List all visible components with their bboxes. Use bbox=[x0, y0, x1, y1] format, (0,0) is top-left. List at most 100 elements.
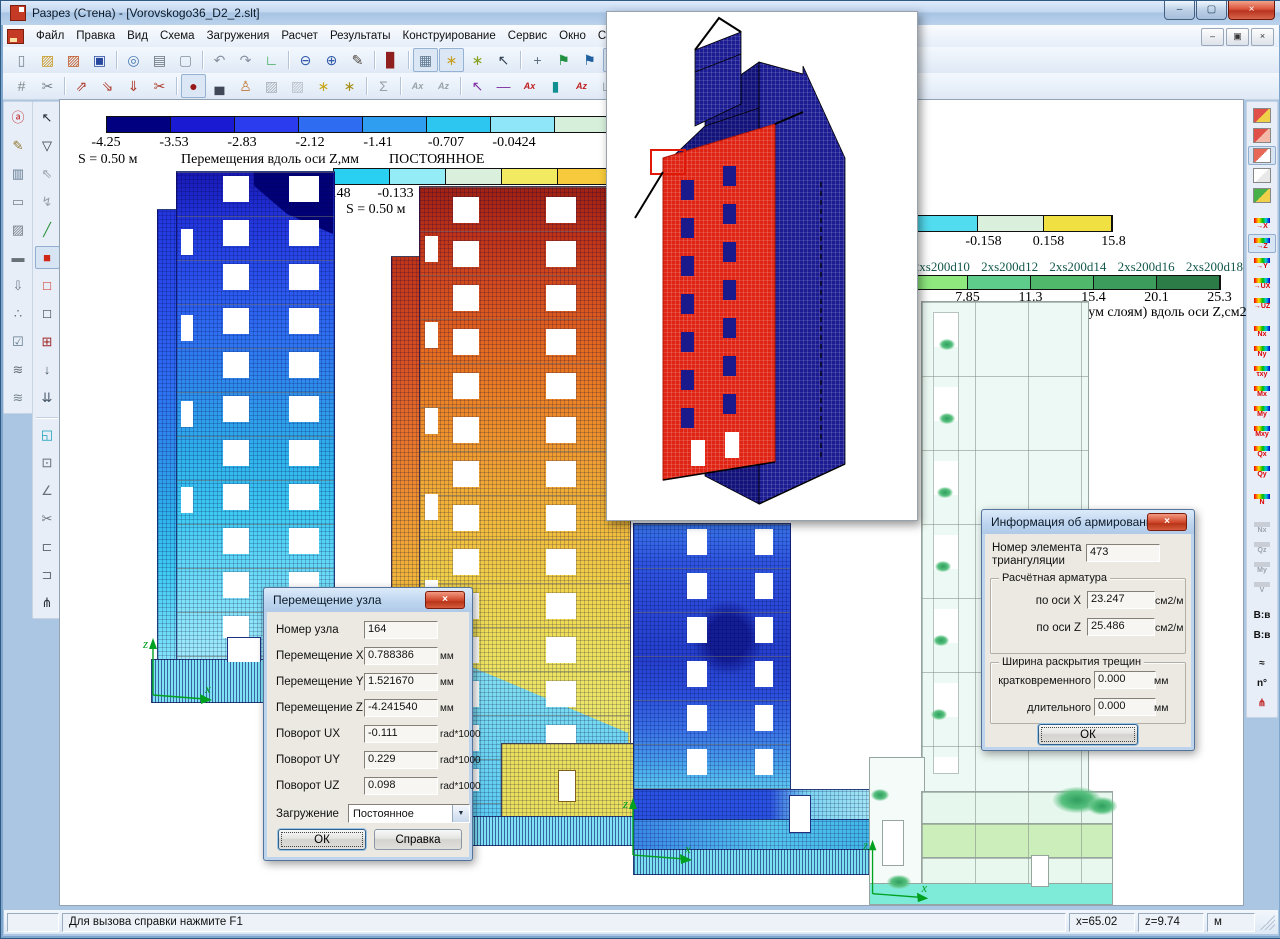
redo[interactable]: ↷ bbox=[233, 48, 258, 72]
close-icon[interactable]: × bbox=[1147, 513, 1187, 531]
result-tool[interactable] bbox=[1248, 482, 1276, 489]
attach-part[interactable]: ⊐ bbox=[35, 563, 60, 586]
element-number-field[interactable]: 473 bbox=[1086, 544, 1160, 562]
mesh-pick[interactable]: ↖ bbox=[491, 48, 516, 72]
menu-item[interactable]: Расчет bbox=[275, 28, 324, 44]
grid-snap[interactable]: # bbox=[9, 74, 34, 98]
comb-rows[interactable]: ▥ bbox=[6, 162, 31, 185]
force-qz-off[interactable]: Qz bbox=[1248, 538, 1276, 557]
resize-grip[interactable] bbox=[1260, 915, 1275, 930]
filter[interactable]: ▽ bbox=[35, 134, 60, 157]
value-field[interactable]: -4.241540 bbox=[364, 699, 438, 717]
loadcase-select[interactable]: Постоянное ▼ bbox=[348, 804, 470, 823]
dash-purple[interactable]: — bbox=[491, 74, 516, 98]
supports-red[interactable]: ⋔ bbox=[1248, 694, 1276, 713]
result-tool[interactable] bbox=[1248, 598, 1276, 605]
node-add[interactable]: ⓐ bbox=[6, 106, 31, 129]
assign-check[interactable]: ☑ bbox=[6, 330, 31, 353]
support-spring-2[interactable]: ≋ bbox=[6, 386, 31, 409]
label-az-red[interactable]: Az bbox=[569, 74, 594, 98]
fragment-window[interactable]: ◱ bbox=[35, 423, 60, 446]
dim-cut[interactable]: ✂ bbox=[147, 74, 172, 98]
bar-teal[interactable]: ▮ bbox=[543, 74, 568, 98]
chevron-down-icon[interactable]: ▼ bbox=[452, 805, 469, 822]
drop-assign[interactable]: ⇩ bbox=[6, 274, 31, 297]
load-man[interactable]: ♙ bbox=[233, 74, 258, 98]
force-v-off[interactable]: V bbox=[1248, 578, 1276, 597]
stand-support[interactable]: ⋔ bbox=[35, 591, 60, 614]
help-button[interactable]: Справка bbox=[374, 829, 462, 850]
select-frame[interactable]: ▢ bbox=[173, 48, 198, 72]
flag-multi[interactable]: ⚑ bbox=[577, 48, 602, 72]
result-tool[interactable] bbox=[1248, 510, 1276, 517]
load-weight[interactable]: ● bbox=[181, 74, 206, 98]
label-ax-red[interactable]: Ax bbox=[517, 74, 542, 98]
menu-item[interactable]: Правка bbox=[70, 28, 121, 44]
minimize-button[interactable]: – bbox=[1164, 1, 1195, 20]
force-mxy[interactable]: Mxy bbox=[1248, 422, 1276, 441]
cut-fragment[interactable]: ✂ bbox=[35, 507, 60, 530]
mdi-restore-button[interactable]: ▣ bbox=[1226, 28, 1249, 46]
mdi-close-button[interactable]: × bbox=[1251, 28, 1274, 46]
result-tool[interactable] bbox=[1248, 314, 1276, 321]
nodes-chain[interactable]: ∴ bbox=[6, 302, 31, 325]
dim-level[interactable]: ⇓ bbox=[121, 74, 146, 98]
model-3d-window[interactable] bbox=[606, 11, 918, 521]
force-my-off[interactable]: My bbox=[1248, 558, 1276, 577]
crosshair-pick[interactable]: + bbox=[525, 48, 550, 72]
force-qx[interactable]: Qx bbox=[1248, 442, 1276, 461]
open-archive[interactable]: ▨ bbox=[61, 48, 86, 72]
value-field[interactable]: 164 bbox=[364, 621, 438, 639]
frame-picture[interactable]: ▭ bbox=[6, 190, 31, 213]
menu-item[interactable]: Вид bbox=[121, 28, 154, 44]
value-field[interactable]: 0.788386 bbox=[364, 647, 438, 665]
value-field[interactable]: 1.521670 bbox=[364, 673, 438, 691]
pick-color[interactable]: ↖ bbox=[465, 74, 490, 98]
select-rect-red-fill[interactable]: ■ bbox=[35, 246, 60, 269]
ok-button[interactable]: ОК bbox=[1038, 724, 1138, 745]
result-tool[interactable] bbox=[1248, 646, 1276, 653]
dim-rise[interactable]: ⇗ bbox=[69, 74, 94, 98]
value-field[interactable]: 25.486 bbox=[1087, 618, 1155, 636]
detach-part[interactable]: ⊏ bbox=[35, 535, 60, 558]
leaf[interactable]: ∗ bbox=[311, 74, 336, 98]
paint-select[interactable]: ╱ bbox=[35, 218, 60, 241]
disp-x[interactable]: →X bbox=[1248, 214, 1276, 233]
tool-button[interactable] bbox=[36, 414, 58, 418]
save[interactable]: ▣ bbox=[87, 48, 112, 72]
menu-item[interactable]: Загружения bbox=[201, 28, 276, 44]
mosaic-active[interactable] bbox=[1248, 146, 1276, 165]
zoom-out[interactable]: ⊖ bbox=[293, 48, 318, 72]
mosaic-rainbow[interactable] bbox=[1248, 186, 1276, 205]
print[interactable]: ▤ bbox=[147, 48, 172, 72]
menu-item[interactable]: Сервис bbox=[502, 28, 553, 44]
toolbar-button[interactable] bbox=[61, 75, 68, 97]
menu-item[interactable]: Схема bbox=[154, 28, 201, 44]
toolbar-button[interactable] bbox=[285, 49, 292, 71]
force-qy[interactable]: Qy bbox=[1248, 462, 1276, 481]
value-field[interactable]: 0.000 bbox=[1094, 698, 1156, 716]
force-my[interactable]: My bbox=[1248, 402, 1276, 421]
value-field[interactable]: 0.098 bbox=[364, 777, 438, 795]
ok-button[interactable]: ОК bbox=[278, 829, 366, 850]
grid-cut[interactable]: ✂ bbox=[35, 74, 60, 98]
force-nx[interactable]: Nx bbox=[1248, 322, 1276, 341]
force-nx-off[interactable]: Nx bbox=[1248, 518, 1276, 537]
arrow-down[interactable]: ↓ bbox=[35, 358, 60, 381]
close-button[interactable]: × bbox=[1228, 1, 1275, 20]
book-red[interactable]: ▊ bbox=[379, 48, 404, 72]
toolbar-button[interactable] bbox=[199, 49, 206, 71]
ucs-axes[interactable]: ∟ bbox=[259, 48, 284, 72]
angle-measure[interactable]: ∠ bbox=[35, 479, 60, 502]
menu-item[interactable]: Файл bbox=[30, 28, 70, 44]
mesh-flash-2[interactable]: ∗ bbox=[465, 48, 490, 72]
force-n[interactable]: N bbox=[1248, 490, 1276, 509]
disp-ux[interactable]: →UX bbox=[1248, 274, 1276, 293]
support-spring[interactable]: ≋ bbox=[6, 358, 31, 381]
toolbar-button[interactable] bbox=[405, 49, 412, 71]
sum-sigma[interactable]: Σ bbox=[371, 74, 396, 98]
panel-gray[interactable]: ▬ bbox=[6, 246, 31, 269]
pointer[interactable]: ↖ bbox=[35, 106, 60, 129]
label-az-gray[interactable]: Az bbox=[431, 74, 456, 98]
select-blocks[interactable]: ⊞ bbox=[35, 330, 60, 353]
